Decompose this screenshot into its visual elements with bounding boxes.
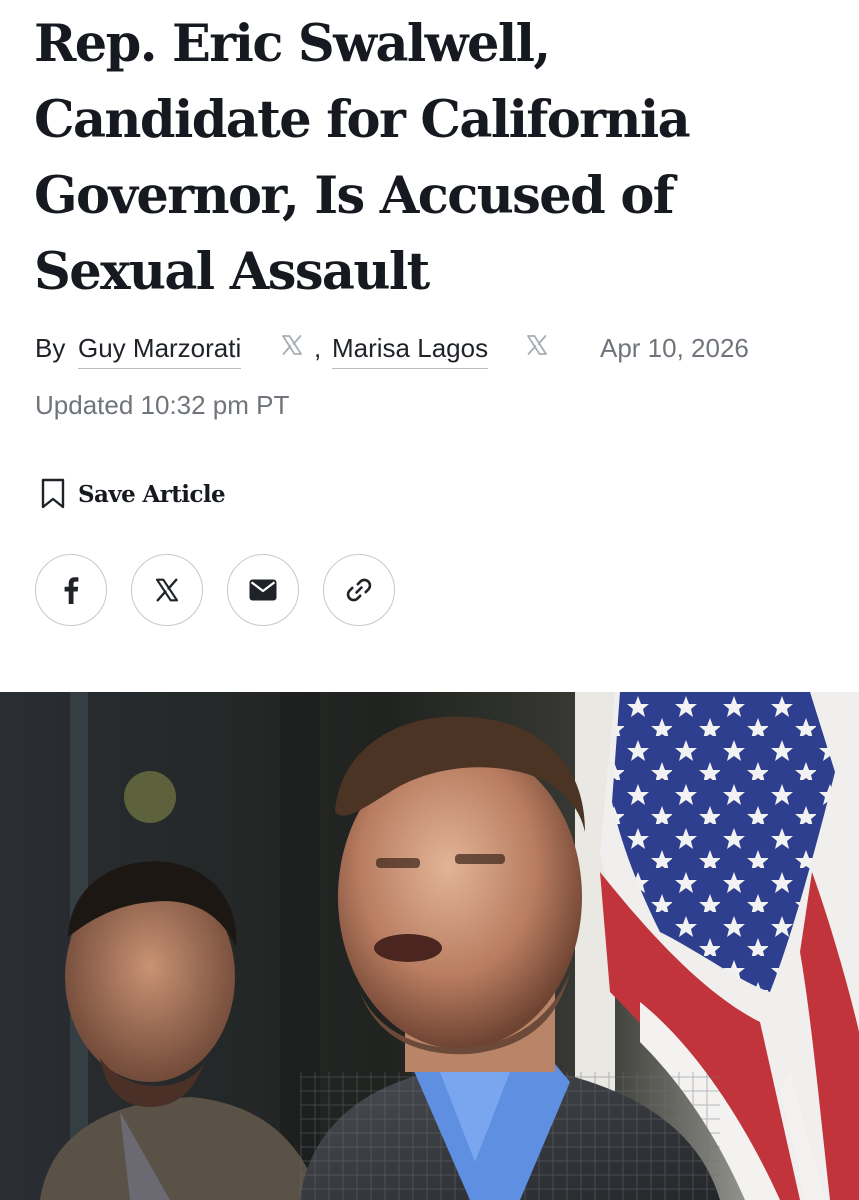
headline-line: Candidate for California — [34, 90, 691, 150]
share-facebook-button[interactable] — [35, 554, 107, 626]
share-copy-link-button[interactable] — [323, 554, 395, 626]
author-x-profile-icon[interactable] — [525, 333, 549, 359]
author-link-marisa-lagos[interactable]: Marisa Lagos — [332, 333, 489, 369]
headline-line: Sexual Assault — [34, 242, 430, 302]
email-icon — [249, 579, 277, 601]
link-icon — [344, 575, 374, 605]
x-logo-icon — [154, 577, 180, 603]
article-page: Rep. Eric Swalwell, Candidate for Califo… — [0, 0, 859, 1200]
facebook-icon — [61, 576, 81, 604]
byline-separator: , — [314, 333, 322, 363]
byline-prefix: By — [35, 333, 66, 363]
save-article-button[interactable]: Save Article — [40, 476, 226, 512]
updated-timestamp: Updated 10:32 pm PT — [35, 390, 290, 420]
headline-line: Rep. Eric Swalwell, — [34, 14, 551, 74]
save-article-label: Save Article — [78, 480, 226, 508]
hero-image — [0, 692, 859, 1200]
author-x-profile-icon[interactable] — [280, 333, 304, 359]
headline-line: Governor, Is Accused of — [34, 166, 675, 226]
share-x-button[interactable] — [131, 554, 203, 626]
speaker-photo — [0, 692, 859, 1200]
share-email-button[interactable] — [227, 554, 299, 626]
publish-date: Apr 10, 2026 — [600, 333, 749, 363]
bookmark-icon — [40, 478, 66, 510]
article-headline: Rep. Eric Swalwell, Candidate for Califo… — [34, 6, 824, 310]
author-link-guy-marzorati[interactable]: Guy Marzorati — [78, 333, 242, 369]
